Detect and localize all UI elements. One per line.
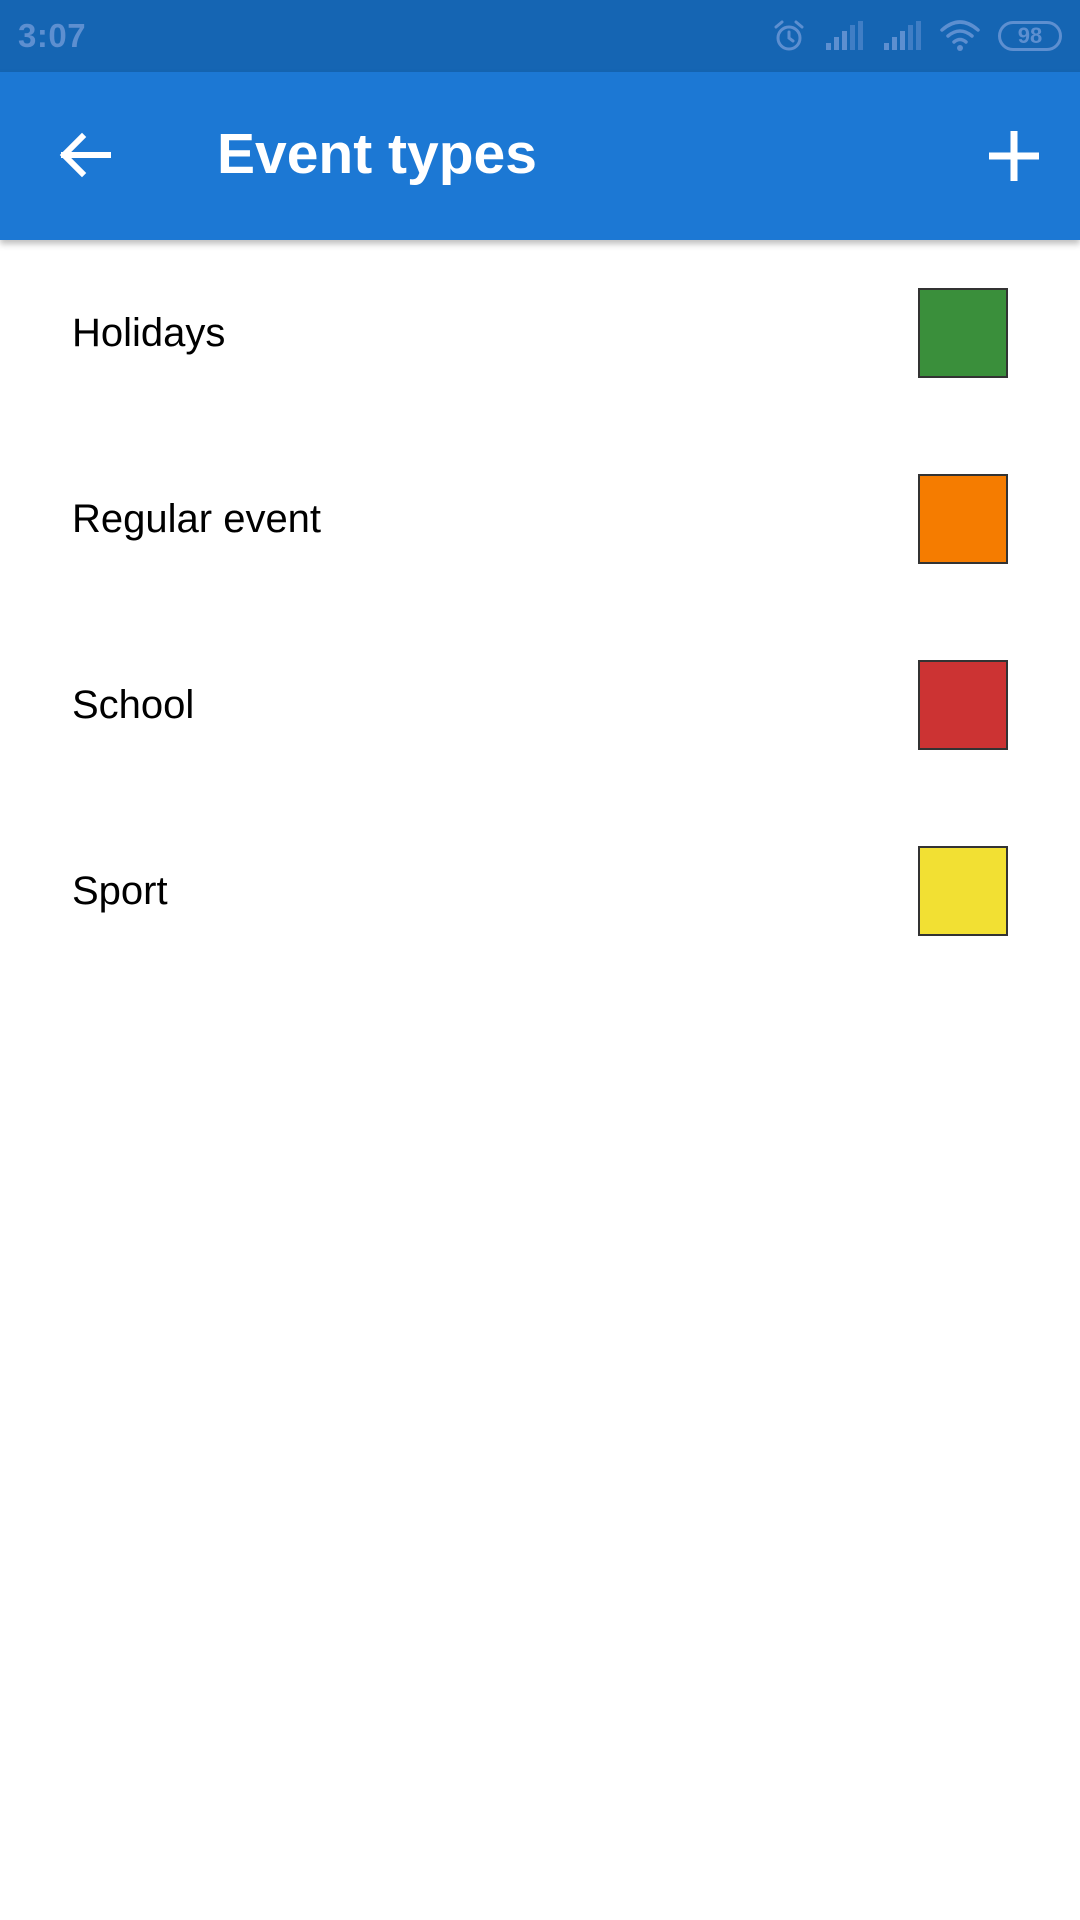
page-title: Event types (217, 122, 537, 186)
list-item[interactable]: Holidays (0, 240, 1080, 426)
app-bar: Event types (0, 72, 1080, 240)
status-icons: 98 (772, 19, 1062, 53)
color-swatch[interactable] (918, 288, 1008, 378)
battery-level: 98 (1017, 23, 1043, 48)
alarm-icon (772, 19, 806, 53)
event-types-list: Holidays Regular event School Sport (0, 240, 1080, 984)
list-item[interactable]: School (0, 612, 1080, 798)
list-item[interactable]: Regular event (0, 426, 1080, 612)
signal-icon (824, 21, 864, 51)
event-type-label: School (72, 683, 195, 727)
status-time: 3:07 (18, 17, 87, 54)
event-type-label: Regular event (72, 497, 322, 541)
battery-icon: 98 (998, 21, 1062, 51)
event-type-label: Holidays (72, 311, 226, 355)
color-swatch[interactable] (918, 846, 1008, 936)
event-type-label: Sport (72, 869, 168, 913)
plus-icon (987, 129, 1041, 188)
wifi-icon (940, 20, 980, 52)
color-swatch[interactable] (918, 660, 1008, 750)
back-button[interactable] (40, 112, 130, 202)
list-item[interactable]: Sport (0, 798, 1080, 984)
arrow-left-icon (58, 131, 112, 184)
signal-icon (882, 21, 922, 51)
add-event-type-button[interactable] (966, 110, 1062, 206)
status-bar: 3:07 98 (0, 0, 1080, 72)
color-swatch[interactable] (918, 474, 1008, 564)
